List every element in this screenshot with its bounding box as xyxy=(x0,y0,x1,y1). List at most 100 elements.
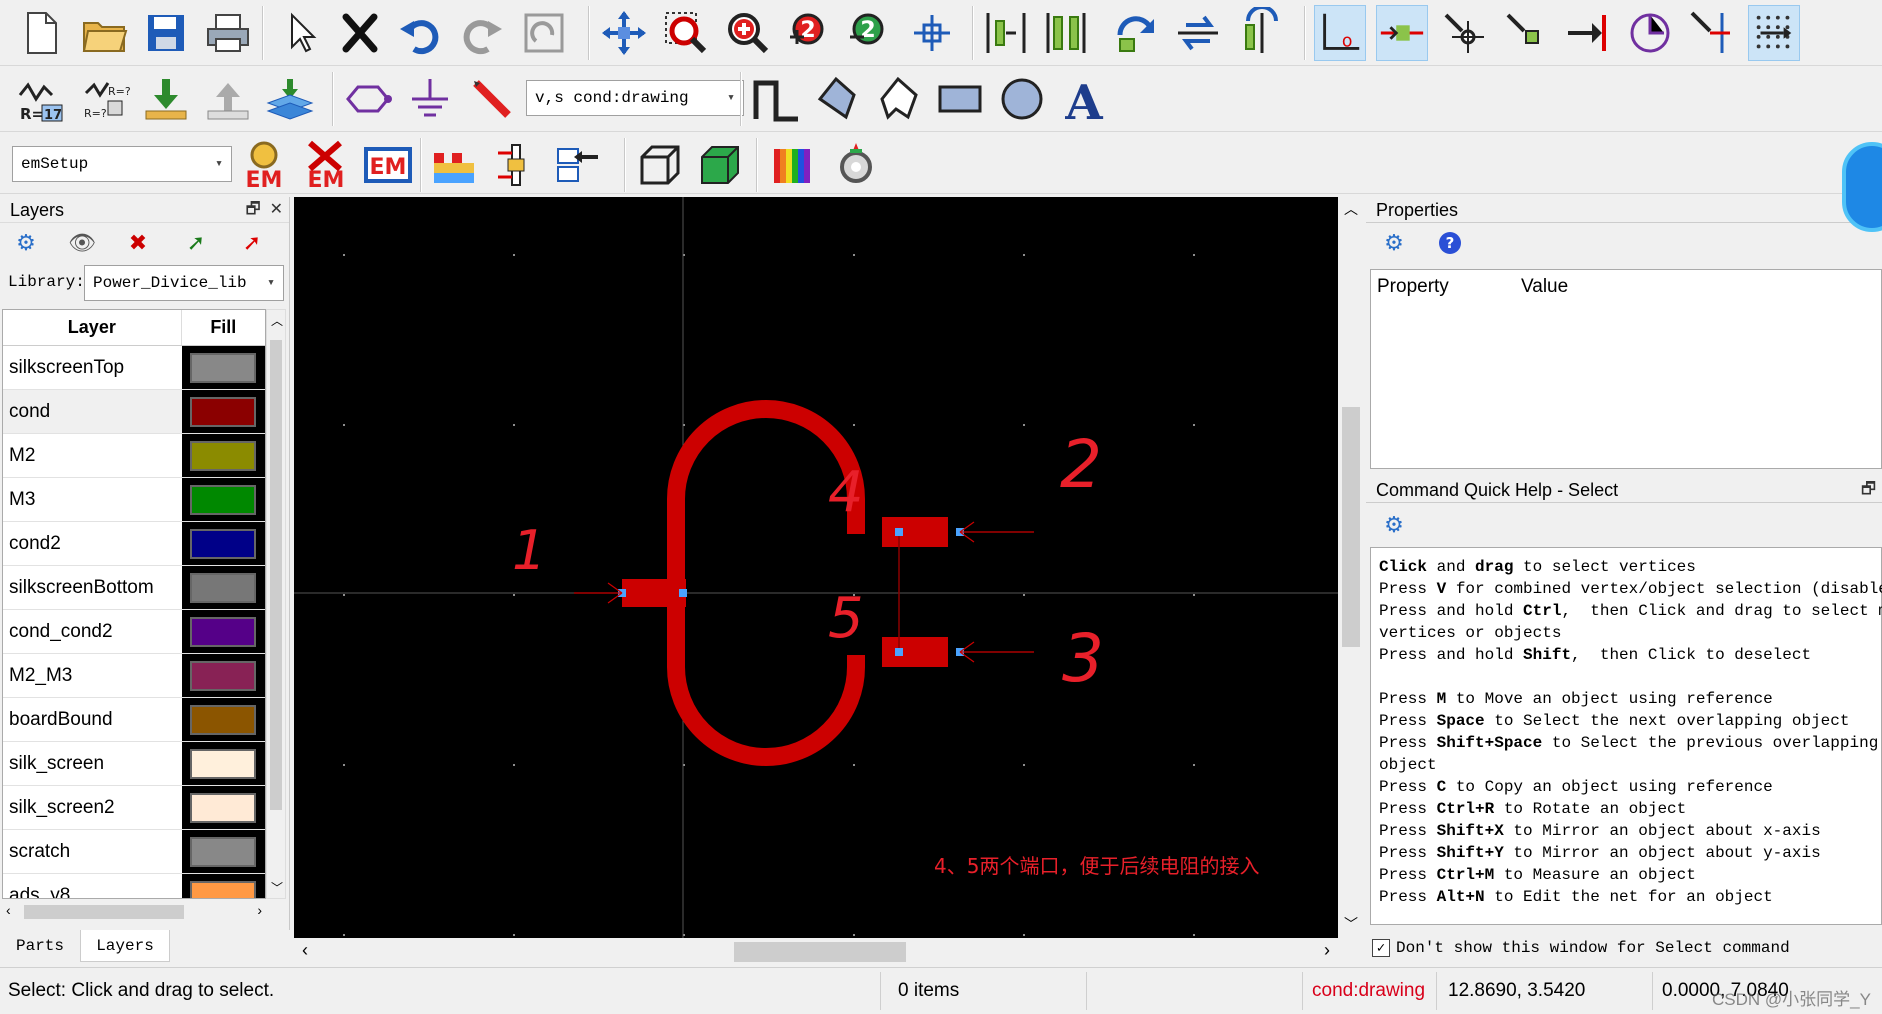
layer-row[interactable]: silk_screen xyxy=(3,742,265,786)
rainbow-button[interactable] xyxy=(766,137,818,193)
hide-icon[interactable]: ✖ xyxy=(124,229,152,257)
layer-table-vscroll[interactable]: ︿ ﹀ xyxy=(266,309,286,899)
layer-row[interactable]: scratch xyxy=(3,830,265,874)
flip-button[interactable] xyxy=(1236,5,1288,61)
layer-row[interactable]: M2_M3 xyxy=(3,654,265,698)
layer-row[interactable]: cond xyxy=(3,390,265,434)
port-arrows-button[interactable] xyxy=(552,137,604,193)
scroll-thumb[interactable] xyxy=(734,942,906,962)
layer-fill[interactable] xyxy=(181,610,265,653)
chevron-up-icon[interactable]: ︿ xyxy=(271,312,283,329)
path-button[interactable] xyxy=(750,71,802,127)
float-icon[interactable]: 🗗 xyxy=(1861,477,1876,503)
layer-row[interactable]: M3 xyxy=(3,478,265,522)
rectangle-button[interactable] xyxy=(934,71,986,127)
print-button[interactable] xyxy=(202,5,254,61)
zoom-out-2-button[interactable]: 2 xyxy=(842,5,894,61)
snap-vertex-button[interactable] xyxy=(1438,5,1490,61)
tab-layers[interactable]: Layers xyxy=(80,930,170,962)
move-button[interactable] xyxy=(598,5,650,61)
float-icon[interactable]: 🗗 xyxy=(246,201,261,218)
port-button[interactable] xyxy=(490,137,542,193)
chevron-up-icon[interactable]: ︿ xyxy=(1344,199,1358,219)
layer-row[interactable]: M2 xyxy=(3,434,265,478)
layer-fill[interactable] xyxy=(181,390,265,433)
zoom-in-button[interactable] xyxy=(720,5,772,61)
layer-fill[interactable] xyxy=(181,654,265,697)
gear-icon[interactable]: ⚙ xyxy=(1380,511,1408,539)
redo-button[interactable] xyxy=(456,5,508,61)
scroll-thumb[interactable] xyxy=(1342,407,1360,647)
gear-icon[interactable]: ⚙ xyxy=(12,229,40,257)
snap-intersect-button[interactable] xyxy=(1686,5,1738,61)
layer-row[interactable]: silkscreenTop xyxy=(3,346,265,390)
eye-icon[interactable]: 👁 xyxy=(68,229,96,257)
text-button[interactable]: A xyxy=(1058,71,1110,127)
port-pad-1[interactable] xyxy=(622,579,686,607)
zoom-in-2-button[interactable]: 2 xyxy=(782,5,834,61)
scroll-thumb[interactable] xyxy=(270,340,282,810)
layer-fill[interactable] xyxy=(181,742,265,785)
pencil-button[interactable] xyxy=(466,71,518,127)
layer-fill[interactable] xyxy=(181,434,265,477)
layer-fill[interactable] xyxy=(181,874,265,898)
mirror-button[interactable] xyxy=(1172,5,1224,61)
snap-midpoint-button[interactable] xyxy=(1376,5,1428,61)
layer-table-hscroll[interactable]: ‹ › xyxy=(2,901,266,923)
polygon-button[interactable] xyxy=(344,71,396,127)
chevron-down-icon[interactable]: ﹀ xyxy=(1344,914,1358,934)
select-arrow-icon[interactable]: ➚ xyxy=(182,229,210,257)
conductor-shape[interactable] xyxy=(622,400,948,766)
layer-row[interactable]: ads_y8 xyxy=(3,874,265,898)
port-marker[interactable] xyxy=(895,528,903,536)
port-pad-2[interactable] xyxy=(882,517,948,547)
snap-edge-button[interactable] xyxy=(1500,5,1552,61)
layer-row[interactable]: cond2 xyxy=(3,522,265,566)
gear-simulate-button[interactable] xyxy=(830,137,882,193)
delete-x-button[interactable] xyxy=(334,5,386,61)
close-icon[interactable]: ✕ xyxy=(270,201,283,218)
setup-combo[interactable]: emSetup ▾ xyxy=(12,146,232,182)
port-marker[interactable] xyxy=(895,648,903,656)
canvas-vscroll[interactable]: ︿ ﹀ xyxy=(1338,197,1364,938)
pointer-select-button[interactable] xyxy=(274,5,326,61)
align-left-button[interactable] xyxy=(980,5,1032,61)
rotate-button[interactable] xyxy=(1110,5,1162,61)
layer-fill[interactable] xyxy=(181,830,265,873)
layer-fill[interactable] xyxy=(181,478,265,521)
unselect-arrow-icon[interactable]: ➚ xyxy=(238,229,266,257)
save-button[interactable] xyxy=(140,5,192,61)
snap-center-button[interactable] xyxy=(1624,5,1676,61)
layer-fill[interactable] xyxy=(181,522,265,565)
layer-fill[interactable] xyxy=(181,698,265,741)
em-button[interactable]: EM xyxy=(362,137,414,193)
3d-wire-button[interactable] xyxy=(634,137,686,193)
3d-solid-button[interactable] xyxy=(694,137,746,193)
em-clear-button[interactable]: EM xyxy=(300,137,352,193)
gear-icon[interactable]: ⚙ xyxy=(1380,229,1408,257)
chevron-right-icon[interactable]: › xyxy=(257,902,262,918)
layer-row[interactable]: silk_screen2 xyxy=(3,786,265,830)
r17-button[interactable]: R= 17 xyxy=(16,71,68,127)
pan-button[interactable] xyxy=(906,5,958,61)
layer-row[interactable]: silkscreenBottom xyxy=(3,566,265,610)
snap-pin-button[interactable] xyxy=(1562,5,1614,61)
layer-row[interactable]: cond_cond2 xyxy=(3,610,265,654)
chevron-left-icon[interactable]: ‹ xyxy=(302,940,308,961)
chevron-right-icon[interactable]: › xyxy=(1324,940,1330,961)
chevron-left-icon[interactable]: ‹ xyxy=(6,902,11,918)
floating-badge[interactable] xyxy=(1842,142,1882,232)
dont-show-checkbox[interactable]: ✓ xyxy=(1372,939,1390,957)
polygon-draw-button[interactable] xyxy=(810,71,862,127)
chevron-down-icon[interactable]: ﹀ xyxy=(271,879,283,896)
scroll-thumb[interactable] xyxy=(24,905,184,919)
align-center-button[interactable] xyxy=(1040,5,1092,61)
rf-button[interactable]: R=? R=? xyxy=(78,71,130,127)
repeat-button[interactable] xyxy=(518,5,570,61)
import-down-button[interactable] xyxy=(140,71,192,127)
layer-fill[interactable] xyxy=(181,566,265,609)
em-setup-button[interactable]: EM xyxy=(238,137,290,193)
new-file-button[interactable] xyxy=(16,5,68,61)
layout-canvas[interactable]: 1 2 3 4 5 4、5两个端口，便于后续电阻的接入 xyxy=(294,197,1338,938)
export-up-button[interactable] xyxy=(202,71,254,127)
